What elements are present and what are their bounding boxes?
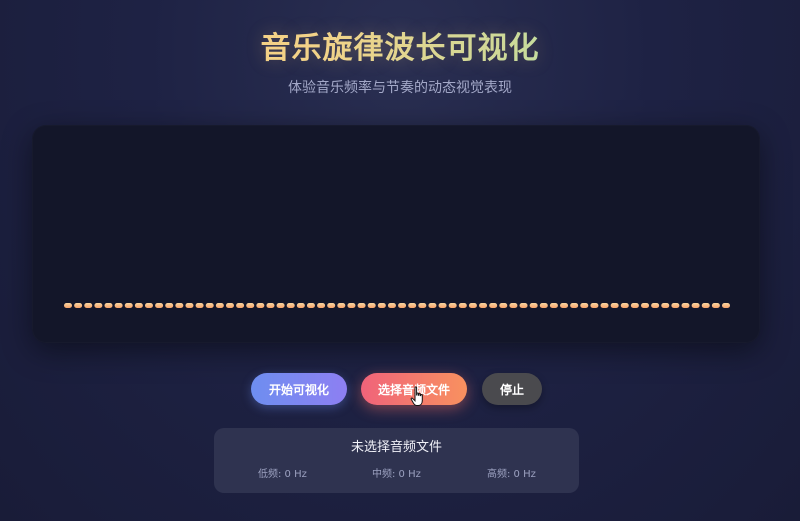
waveform-bar [215,303,224,308]
audio-info-panel: 未选择音频文件 低频: 0 Hz 中频: 0 Hz 高频: 0 Hz [214,428,579,493]
waveform-bar [185,303,194,308]
waveform-bar [641,303,650,308]
waveform-bar [711,303,720,308]
waveform-bar [286,303,295,308]
mid-frequency-readout: 中频: 0 Hz [372,469,421,480]
waveform-bar [529,303,538,308]
waveform-bar [337,303,346,308]
waveform-bar [722,303,730,308]
waveform-bar [539,303,548,308]
waveform-bar [570,303,579,308]
waveform-bar [367,303,376,308]
waveform-bar [296,303,305,308]
waveform-bar [398,303,407,308]
start-visualization-button[interactable]: 开始可视化 [251,373,347,405]
waveform-bar [64,303,72,308]
waveform-bar [155,303,164,308]
waveform-bar [468,303,477,308]
waveform-bar [246,303,255,308]
stop-button[interactable]: 停止 [482,373,542,405]
waveform-bar [195,303,204,308]
waveform-bar [306,303,315,308]
waveform-bar [661,303,670,308]
waveform-bar [94,303,103,308]
hand-pointer-icon [410,386,423,406]
waveform-bar [489,303,498,308]
control-bar: 开始可视化 选择音频文件 停止 [0,373,800,407]
waveform-bar [357,303,366,308]
waveform-bar [408,303,417,308]
waveform-bar [549,303,558,308]
waveform-bar [701,303,710,308]
low-frequency-readout: 低频: 0 Hz [258,469,307,480]
waveform-bar [377,303,386,308]
waveform-bar [610,303,619,308]
waveform-bar [144,303,153,308]
waveform-bar [448,303,457,308]
visualizer-canvas [32,125,760,343]
waveform-bar [438,303,447,308]
waveform-bar [175,303,184,308]
waveform-bar [124,303,133,308]
waveform-bars [64,303,730,308]
waveform-bar [519,303,528,308]
waveform-bar [276,303,285,308]
file-status-text: 未选择音频文件 [350,440,442,455]
waveform-bar [630,303,639,308]
waveform-bar [590,303,599,308]
waveform-bar [165,303,174,308]
waveform-bar [317,303,326,308]
page-title: 音乐旋律波长可视化 [0,28,800,70]
waveform-bar [74,303,83,308]
waveform-bar [560,303,569,308]
page-subtitle: 体验音乐频率与节奏的动态视觉表现 [288,80,512,96]
waveform-bar [580,303,589,308]
waveform-bar [327,303,336,308]
waveform-bar [225,303,234,308]
waveform-bar [499,303,508,308]
waveform-bar [387,303,396,308]
waveform-bar [671,303,680,308]
waveform-bar [458,303,467,308]
waveform-bar [509,303,518,308]
waveform-bar [600,303,609,308]
waveform-bar [691,303,700,308]
waveform-bar [479,303,488,308]
waveform-bar [256,303,265,308]
waveform-bar [428,303,437,308]
waveform-bar [347,303,356,308]
waveform-bar [84,303,93,308]
waveform-bar [266,303,275,308]
waveform-bar [205,303,214,308]
waveform-bar [681,303,690,308]
waveform-bar [114,303,123,308]
waveform-bar [418,303,427,308]
waveform-bar [620,303,629,308]
waveform-bar [236,303,245,308]
waveform-bar [104,303,113,308]
waveform-bar [651,303,660,308]
waveform-bar [134,303,143,308]
high-frequency-readout: 高频: 0 Hz [487,469,536,480]
